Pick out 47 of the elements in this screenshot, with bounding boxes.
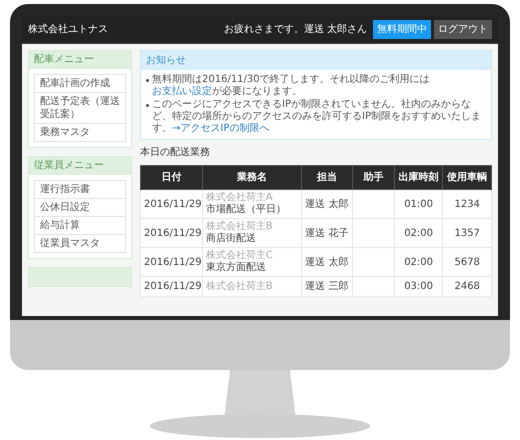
menu-item[interactable]: 給与計算 xyxy=(35,216,125,234)
table-cell: 運送 三郎 xyxy=(302,276,352,296)
menu-item[interactable]: 公休日設定 xyxy=(35,198,125,216)
client-name: 株式会社荷主C xyxy=(206,250,274,262)
column-header: 出庫時刻 xyxy=(394,166,443,190)
table-cell: 2016/11/29 xyxy=(140,276,202,296)
bullet-icon xyxy=(146,79,149,82)
table-cell: 5678 xyxy=(442,248,492,276)
column-header: 担当 xyxy=(302,166,352,190)
brand-name: 株式会社ユトナス xyxy=(28,22,108,37)
menu-title: 配車メニュー xyxy=(29,51,131,69)
table-cell: 運送 花子 xyxy=(302,218,352,248)
notice-text: 無料期間は2016/11/30で終了します。それ以降のご利用にはお支払い設定が必要になります。 xyxy=(152,74,431,98)
client-name: 株式会社荷主B xyxy=(206,280,274,292)
menu-item[interactable]: 配送予定表（運送受託案） xyxy=(35,92,125,123)
column-header: 業務名 xyxy=(202,166,302,190)
column-header: 日付 xyxy=(140,166,202,190)
table-cell: 02:00 xyxy=(394,248,443,276)
table-cell: 2468 xyxy=(442,276,492,296)
table-cell: 運送 太郎 xyxy=(302,248,352,276)
logout-button[interactable]: ログアウト xyxy=(434,20,492,39)
task-name: 市場配送（平日） xyxy=(206,204,287,216)
table-cell: 2016/11/29 xyxy=(140,218,202,248)
greeting-text: お疲れさまです。運送 太郎さん xyxy=(224,22,367,37)
bullet-icon xyxy=(146,104,149,107)
table-cell: 1357 xyxy=(442,218,492,248)
section-title: 本日の配送業務 xyxy=(140,146,211,160)
client-name: 株式会社荷主A xyxy=(206,192,274,204)
table-cell: 2016/11/29 xyxy=(140,190,202,218)
column-header: 使用車輌 xyxy=(442,166,492,190)
menu-item[interactable]: 運行指示書 xyxy=(35,181,125,198)
table-cell: 1234 xyxy=(442,190,492,218)
notice-text: このページにアクセスできるIPが制限されていません。社内のみからなど、特定の場所からのアクセスのみを許可するIP制限をおすすめいたします。→アクセスIPの制限へ xyxy=(152,99,482,135)
table-cell: 運送 太郎 xyxy=(302,190,352,218)
task-name: 東京方面配送 xyxy=(206,262,267,274)
task-name: 商店街配送 xyxy=(206,233,257,245)
menu-item[interactable]: 配車計画の作成 xyxy=(35,75,125,92)
notice-title: お知らせ xyxy=(141,51,491,70)
table-cell: 02:00 xyxy=(394,218,443,248)
menu-title: 従業員メニュー xyxy=(29,157,131,175)
menu-item[interactable]: 乗務マスタ xyxy=(35,123,125,141)
table-cell: 03:00 xyxy=(394,276,443,296)
table-cell: 2016/11/29 xyxy=(140,248,202,276)
column-header: 助手 xyxy=(352,166,394,190)
menu-item[interactable]: 従業員マスタ xyxy=(35,234,125,252)
client-name: 株式会社荷主B xyxy=(206,221,274,232)
table-cell: 01:00 xyxy=(394,190,443,218)
